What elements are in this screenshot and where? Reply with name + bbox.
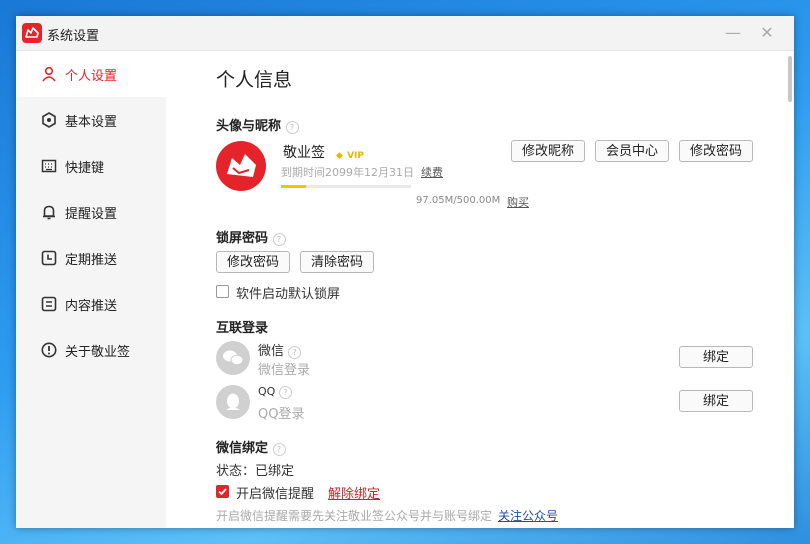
section-title-profile: 头像与昵称 ? [216,115,299,134]
bell-icon [43,205,55,220]
edit-nickname-button[interactable]: 修改昵称 [511,140,585,162]
keyboard-icon [41,159,57,173]
vip-label: VIP [347,151,364,161]
sidebar: 个人设置 基本设置 快捷键 提醒设置 定期推送 内容推送 关于敬业签 [16,51,166,528]
nickname: 敬业签 [283,145,325,161]
sidebar-item-scheduled[interactable]: 定期推送 [16,235,166,281]
expiry-date: 到期时间2099年12月31日 [281,166,414,179]
sidebar-item-label: 内容推送 [65,299,118,314]
section-title-text: 微信绑定 [216,441,269,456]
clear-password-button[interactable]: 清除密码 [300,251,374,273]
checkmark-icon [218,488,227,496]
qq-bind-button[interactable]: 绑定 [679,390,753,412]
diamond-icon: ◆ [336,151,343,161]
storage-bar-fill [281,185,307,188]
renew-link[interactable]: 续费 [421,164,443,180]
qq-login-sub: QQ登录 [258,407,305,422]
page-title: 个人信息 [216,69,293,91]
app-logo-icon [227,154,256,177]
section-title-wechat-bind: 微信绑定 ? [216,437,286,456]
window-title: 系统设置 [47,29,100,44]
unbind-link[interactable]: 解除绑定 [328,483,380,502]
help-icon[interactable]: ? [285,121,299,134]
storage-bar [281,185,411,188]
sidebar-item-content[interactable]: 内容推送 [16,281,166,327]
wechat-reminder-note: 开启微信提醒需要先关注敬业签公众号并与账号绑定 [216,509,493,523]
section-title-lock: 锁屏密码 ? [216,227,286,246]
wechat-bind-button[interactable]: 绑定 [679,346,753,368]
sidebar-item-basic[interactable]: 基本设置 [16,97,166,143]
wechat-reminder-checkbox[interactable] [216,485,229,498]
wechat-name-text: 微信 [258,344,285,359]
sidebar-item-label: 基本设置 [65,115,118,130]
app-logo-icon [22,23,42,43]
help-icon[interactable]: ? [272,443,286,456]
qq-avatar [216,385,250,419]
storage-text: 97.05M/500.00M [416,195,501,206]
settings-window: 系统设置 — ✕ 个人设置 基本设置 快捷键 提醒设置 定期推送 内容推送 关于… [16,16,794,528]
settings-content: 个人信息 头像与昵称 ? 敬业签 ◆ VIP 到期时间2099年12月31日 续… [166,51,794,528]
vip-badge: ◆ VIP [336,147,364,162]
sidebar-item-label: 提醒设置 [65,207,118,222]
change-password-button[interactable]: 修改密码 [679,140,753,162]
help-icon[interactable]: ? [278,386,292,399]
auto-lock-checkbox[interactable] [216,285,229,298]
sidebar-item-label: 个人设置 [65,69,118,84]
title-bar: 系统设置 — ✕ [16,16,794,51]
help-icon[interactable]: ? [288,346,302,359]
section-title-text: 头像与昵称 [216,119,282,134]
qq-name-text: QQ [258,385,276,398]
sidebar-item-label: 定期推送 [65,253,118,268]
lock-change-password-button[interactable]: 修改密码 [216,251,290,273]
member-center-button[interactable]: 会员中心 [595,140,669,162]
section-title-login: 互联登录 [216,321,269,336]
minimize-button[interactable]: — [723,23,743,43]
wechat-icon [223,350,244,366]
scrollbar-thumb[interactable] [788,56,792,102]
sidebar-item-label: 关于敬业签 [65,345,131,360]
settings-icon [42,112,56,128]
document-icon [41,296,57,312]
qq-icon [226,393,240,410]
section-title-text: 锁屏密码 [216,231,269,246]
qq-login-name: QQ ? [258,385,292,399]
sidebar-item-label: 快捷键 [65,161,105,176]
wechat-reminder-label: 开启微信提醒 [236,487,315,502]
sidebar-item-about[interactable]: 关于敬业签 [16,327,166,373]
buy-link[interactable]: 购买 [507,194,529,210]
close-button[interactable]: ✕ [757,23,777,43]
sidebar-item-shortcuts[interactable]: 快捷键 [16,143,166,189]
sidebar-item-personal[interactable]: 个人设置 [16,51,166,97]
avatar[interactable] [216,141,266,191]
info-icon [41,342,57,358]
follow-account-link[interactable]: 关注公众号 [498,507,558,524]
clock-icon [41,250,57,266]
bind-status: 状态：已绑定 [216,464,295,479]
auto-lock-label: 软件启动默认锁屏 [236,287,341,302]
user-icon [42,66,56,82]
help-icon[interactable]: ? [272,233,286,246]
wechat-login-sub: 微信登录 [258,363,311,378]
wechat-avatar [216,341,250,375]
sidebar-item-reminder[interactable]: 提醒设置 [16,189,166,235]
wechat-login-name: 微信 ? [258,340,302,359]
